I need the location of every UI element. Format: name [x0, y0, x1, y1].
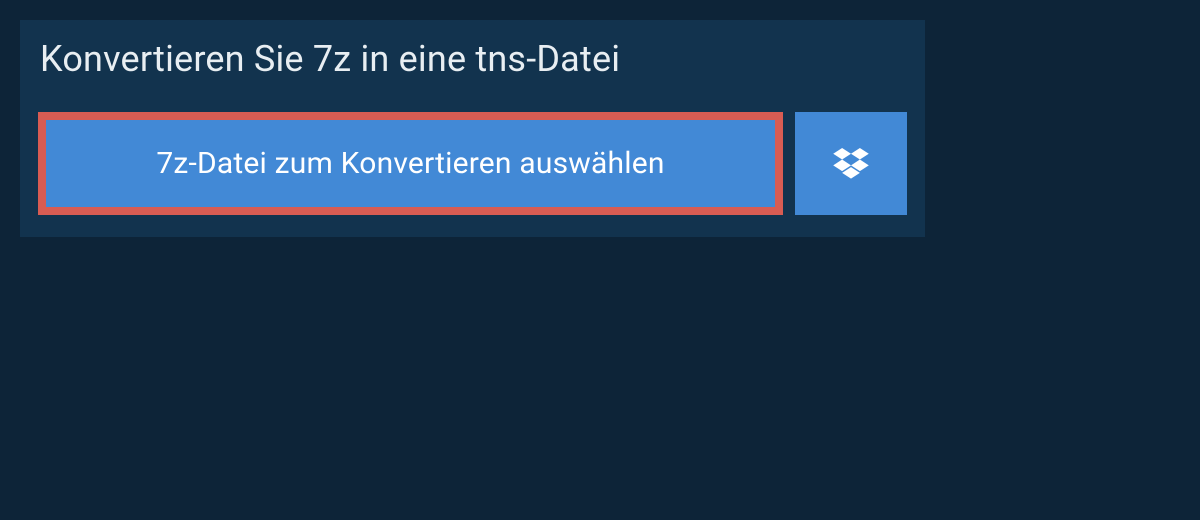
button-row: 7z-Datei zum Konvertieren auswählen [20, 112, 925, 237]
dropbox-button[interactable] [795, 112, 907, 215]
select-file-button[interactable]: 7z-Datei zum Konvertieren auswählen [38, 112, 783, 215]
converter-panel: Konvertieren Sie 7z in eine tns-Datei 7z… [20, 20, 925, 237]
select-file-button-label: 7z-Datei zum Konvertieren auswählen [156, 146, 664, 181]
heading-wrapper: Konvertieren Sie 7z in eine tns-Datei [20, 20, 925, 112]
dropbox-icon [833, 148, 869, 180]
page-title: Konvertieren Sie 7z in eine tns-Datei [40, 38, 905, 80]
